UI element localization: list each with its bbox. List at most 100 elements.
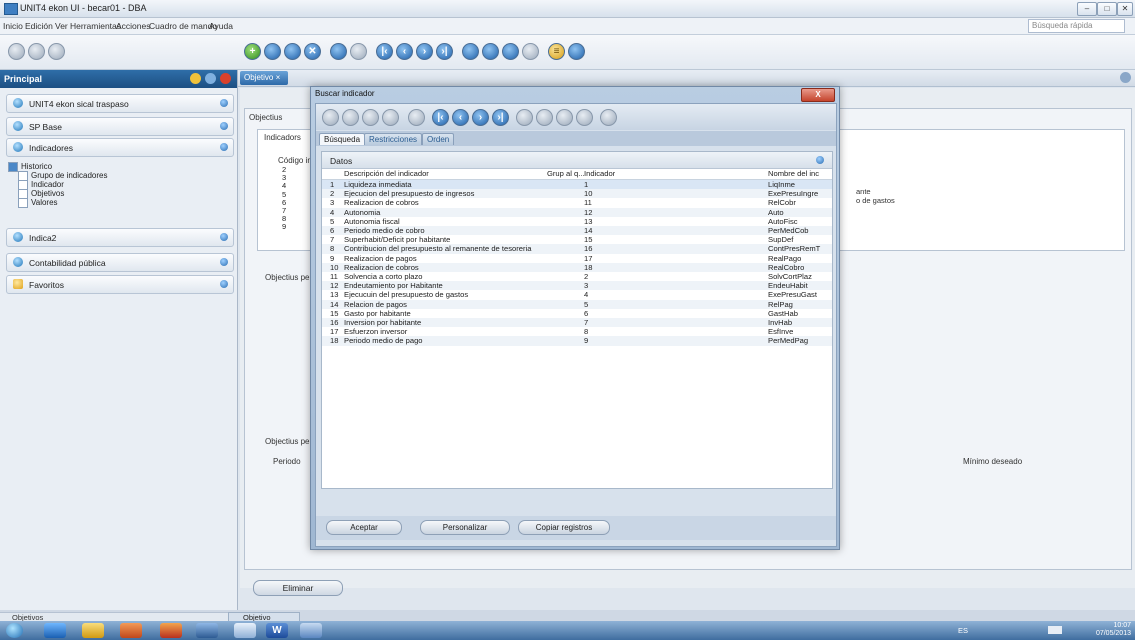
add-icon[interactable]: + [244, 43, 261, 60]
personalizar-button[interactable]: Personalizar [420, 520, 510, 535]
eliminar-button[interactable]: Eliminar [253, 580, 343, 596]
notes-icon[interactable]: ≡ [548, 43, 565, 60]
menu-acciones[interactable]: Acciones [116, 21, 151, 31]
menu-inicio[interactable]: Inicio [3, 21, 23, 31]
help-icon[interactable] [600, 109, 617, 126]
tab-orden[interactable]: Orden [422, 133, 455, 145]
options-icon[interactable] [576, 109, 593, 126]
column-header-nombre[interactable]: Nombre del inc [768, 169, 832, 179]
help-icon[interactable] [568, 43, 585, 60]
table-row[interactable]: 5 Autonomia fiscal 13 AutoFisc [322, 217, 832, 226]
section-favoritos[interactable]: Favoritos [6, 275, 234, 294]
expand-icon[interactable] [220, 280, 228, 288]
pin-icon[interactable] [190, 73, 201, 84]
delete-icon[interactable] [382, 109, 399, 126]
expand-icon[interactable] [220, 233, 228, 241]
table-row[interactable]: 13 Ejecucuin del presupuesto de gastos 4 Ex… [322, 290, 832, 299]
tab-objetivo[interactable]: Objetivo × [240, 71, 288, 85]
start-icon[interactable] [6, 623, 23, 638]
save-as-icon[interactable] [284, 43, 301, 60]
menu-herramientas[interactable]: Herramientas [70, 21, 121, 31]
table-row[interactable]: 3 Realizacion de cobros 11 RelCobr [322, 198, 832, 207]
previous-record-icon[interactable]: ‹ [452, 109, 469, 126]
close-icon[interactable]: ✕ [1117, 2, 1133, 16]
tab-busqueda[interactable]: Búsqueda [319, 133, 366, 145]
search-icon[interactable] [462, 43, 479, 60]
delete-icon[interactable]: ✕ [304, 43, 321, 60]
preview-icon[interactable] [350, 43, 367, 60]
save-as-icon[interactable] [362, 109, 379, 126]
table-row[interactable]: 9 Realizacion de pagos 17 RealPago [322, 254, 832, 263]
section-sp-base[interactable]: SP Base [6, 117, 234, 136]
next-record-icon[interactable]: › [472, 109, 489, 126]
minimize-icon[interactable]: – [1077, 2, 1097, 16]
tree-item-valores[interactable]: Valores [18, 198, 58, 208]
refresh-icon[interactable] [556, 109, 573, 126]
media-icon[interactable] [120, 623, 142, 638]
next-record-icon[interactable]: › [416, 43, 433, 60]
column-header-grupo[interactable]: Grup al q... [547, 169, 585, 179]
maximize-icon[interactable]: □ [1097, 2, 1117, 16]
clock[interactable]: 10:07 07/05/2013 [1096, 622, 1131, 638]
table-row[interactable]: 16 Inversion por habitante 7 InvHab [322, 318, 832, 328]
copiar-registros-button[interactable]: Copiar registros [518, 520, 610, 535]
first-record-icon[interactable]: |‹ [432, 109, 449, 126]
menu-cuadro-de-mando[interactable]: Cuadro de mando [149, 21, 217, 31]
refresh-icon[interactable] [502, 43, 519, 60]
browser-icon[interactable] [44, 623, 66, 638]
table-row[interactable]: 15 Gasto por habitante 6 GastHab [322, 309, 832, 318]
minimize-tab-icon[interactable] [1120, 72, 1131, 83]
refresh-icon[interactable] [205, 73, 216, 84]
table-row[interactable]: 14 Relacion de pagos 5 RelPag [322, 299, 832, 309]
print-icon[interactable] [408, 109, 425, 126]
column-header-indicador[interactable]: Indicador [584, 169, 615, 179]
aceptar-button[interactable]: Aceptar [326, 520, 402, 535]
collapse-icon[interactable] [220, 143, 228, 151]
last-record-icon[interactable]: ›| [492, 109, 509, 126]
expand-icon[interactable] [220, 122, 228, 130]
table-row[interactable]: 18 Periodo medio de pago 9 PerMedPag [322, 336, 832, 346]
language-indicator[interactable]: ES [958, 626, 968, 635]
first-record-icon[interactable]: |‹ [376, 43, 393, 60]
add-icon[interactable] [322, 109, 339, 126]
save-icon[interactable] [264, 43, 281, 60]
tab-restricciones[interactable]: Restricciones [364, 133, 423, 145]
back-icon[interactable] [28, 43, 45, 60]
column-header-descripcion[interactable]: Descripción del indicador [344, 169, 429, 179]
table-row[interactable]: 10 Realizacion de cobros 18 RealCobro [322, 262, 832, 272]
firefox-icon[interactable] [160, 623, 182, 638]
section-indica2[interactable]: Indica2 [6, 228, 234, 247]
table-row[interactable]: 8 Contribucion del presupuesto al remanen… [322, 244, 832, 254]
table-row[interactable]: 6 Periodo medio de cobro 14 PerMedCob [322, 226, 832, 236]
save-icon[interactable] [342, 109, 359, 126]
home-icon[interactable] [8, 43, 25, 60]
menu-ver[interactable]: Ver [55, 21, 68, 31]
system-tray-icon[interactable] [1048, 626, 1062, 634]
table-row[interactable]: 2 Ejecucion del presupuesto de ingresos 10… [322, 189, 832, 199]
dialog-close-button[interactable]: X [801, 88, 835, 102]
close-panel-icon[interactable] [220, 73, 231, 84]
options-icon[interactable] [522, 43, 539, 60]
section-contabilidad-publica[interactable]: Contabilidad pública [6, 253, 234, 272]
close-tab-icon[interactable]: × [276, 73, 281, 82]
filter-icon[interactable] [482, 43, 499, 60]
last-record-icon[interactable]: ›| [436, 43, 453, 60]
previous-record-icon[interactable]: ‹ [396, 43, 413, 60]
table-row[interactable]: 7 Superhabit/Deficit por habitante 15 SupDe… [322, 235, 832, 244]
expand-icon[interactable] [220, 258, 228, 266]
menu-edicion[interactable]: Edición [25, 21, 53, 31]
table-row[interactable]: 12 Endeutamiento por Habitante 3 EndeuHabit [322, 281, 832, 291]
app-icon[interactable] [300, 623, 322, 638]
app-icon[interactable] [196, 623, 218, 638]
folder-icon[interactable] [82, 623, 104, 638]
section-unit4-sical[interactable]: UNIT4 ekon sical traspaso [6, 94, 234, 113]
filter-icon[interactable] [536, 109, 553, 126]
print-icon[interactable] [330, 43, 347, 60]
table-row[interactable]: 17 Esfuerzon inversor 8 EsfInve [322, 327, 832, 336]
collapse-icon[interactable] [816, 156, 824, 164]
menu-ayuda[interactable]: Ayuda [209, 21, 233, 31]
table-row[interactable]: 4 Autonomia 12 Auto [322, 207, 832, 217]
word-icon[interactable]: W [266, 623, 288, 638]
section-indicadores[interactable]: Indicadores [6, 138, 234, 157]
quick-search-input[interactable]: Búsqueda rápida [1028, 19, 1125, 33]
